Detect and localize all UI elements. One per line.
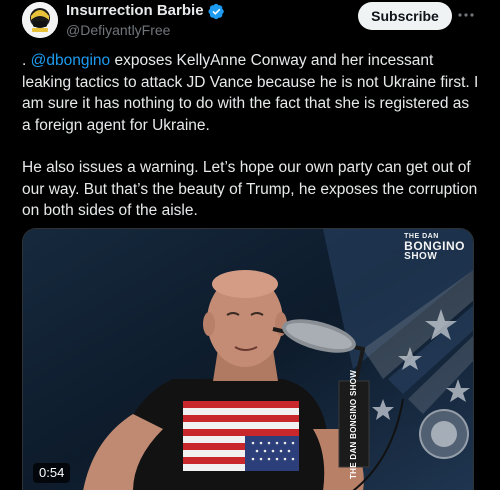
show-logo-line3: SHOW: [404, 251, 438, 262]
post-paragraph-2: He also issues a warning. Let’s hope our…: [22, 159, 478, 219]
post-text-prefix: .: [22, 52, 31, 69]
mic-box-label: THE DAN BONGINO SHOW: [342, 369, 366, 478]
author-display-name[interactable]: Insurrection Barbie: [66, 2, 204, 20]
author-name-row: Insurrection Barbie: [66, 2, 225, 20]
subscribe-button[interactable]: Subscribe: [358, 2, 452, 30]
author-avatar[interactable]: [22, 2, 58, 38]
video-player[interactable]: THE DAN BONGINO SHOW THE DAN BONGINO SHO…: [22, 228, 474, 490]
video-duration: 0:54: [33, 463, 71, 483]
video-thumbnail: [23, 229, 473, 490]
post-text: . @dbongino exposes KellyAnne Conway and…: [22, 50, 482, 222]
more-horizontal-icon[interactable]: [456, 5, 476, 25]
post: Insurrection Barbie @DefiyantlyFree Subs…: [0, 0, 500, 490]
show-logo: THE DAN BONGINO SHOW: [404, 233, 465, 262]
author-handle[interactable]: @DefiyantlyFree: [66, 21, 170, 39]
floating-action-icon[interactable]: [419, 409, 469, 459]
post-paragraph-1: . @dbongino exposes KellyAnne Conway and…: [22, 50, 482, 136]
avatar-image: [22, 2, 58, 38]
mention-link[interactable]: @dbongino: [31, 52, 111, 69]
verified-badge-icon: [208, 3, 224, 19]
mic-box-text: THE DAN BONGINO SHOW: [349, 369, 359, 479]
